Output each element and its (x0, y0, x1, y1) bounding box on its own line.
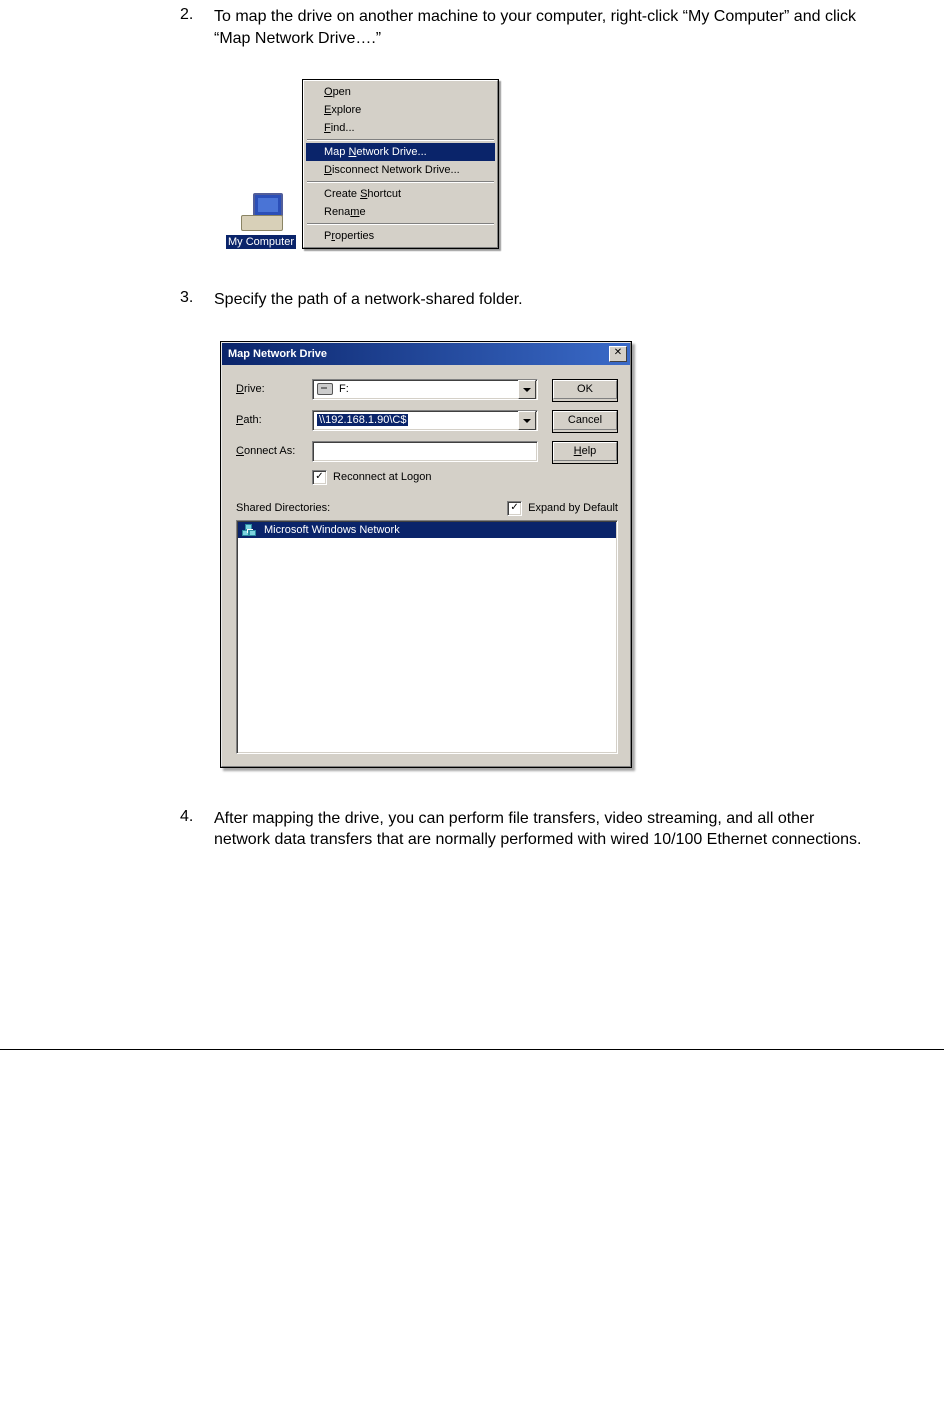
reconnect-checkbox[interactable]: ✓ (312, 470, 327, 485)
cancel-button[interactable]: Cancel (552, 410, 618, 433)
my-computer-label: My Computer (226, 235, 296, 249)
drive-value: F: (339, 383, 349, 395)
menu-item-find[interactable]: Find... (306, 119, 495, 137)
computer-icon (239, 193, 283, 233)
network-icon (242, 524, 256, 536)
drive-label: Drive: (236, 383, 312, 395)
menu-separator (307, 223, 494, 225)
menu-item-properties[interactable]: Properties (306, 227, 495, 245)
help-button[interactable]: Help (552, 441, 618, 464)
path-label: Path: (236, 414, 312, 426)
shared-directories-label: Shared Directories: (236, 502, 330, 514)
step-4-text: After mapping the drive, you can perform… (214, 808, 884, 851)
context-menu: Open Explore Find... Map Network Drive..… (302, 79, 499, 249)
menu-separator (307, 181, 494, 183)
drive-combobox[interactable]: F: (312, 379, 538, 400)
step-3-number: 3. (180, 289, 214, 311)
ok-button[interactable]: OK (552, 379, 618, 402)
drive-icon (317, 383, 333, 395)
close-icon: ✕ (614, 347, 622, 358)
map-network-drive-dialog: Map Network Drive ✕ Drive: F: (220, 341, 632, 768)
step-3-text: Specify the path of a network-shared fol… (214, 289, 884, 311)
path-dropdown-button[interactable] (518, 411, 536, 430)
connect-as-label: Connect As: (236, 445, 312, 457)
step-4-number: 4. (180, 808, 214, 851)
step-2-text: To map the drive on another machine to y… (214, 6, 884, 49)
menu-item-rename[interactable]: Rename (306, 203, 495, 221)
menu-item-create-shortcut[interactable]: Create Shortcut (306, 185, 495, 203)
figure-context-menu: My Computer Open Explore Find... Map Net… (220, 79, 884, 249)
figure-map-network-drive-dialog: Map Network Drive ✕ Drive: F: (220, 341, 884, 768)
dialog-titlebar[interactable]: Map Network Drive ✕ (222, 343, 630, 365)
shared-directories-tree[interactable]: Microsoft Windows Network (236, 520, 618, 754)
path-combobox[interactable]: \\192.168.1.90\C$ (312, 410, 538, 431)
menu-item-open[interactable]: Open (306, 83, 495, 101)
path-value: \\192.168.1.90\C$ (317, 414, 408, 426)
chevron-down-icon (523, 419, 531, 423)
network-root-label: Microsoft Windows Network (264, 524, 400, 536)
step-3: 3. Specify the path of a network-shared … (180, 289, 884, 311)
expand-by-default-label: Expand by Default (528, 502, 618, 514)
drive-dropdown-button[interactable] (518, 380, 536, 399)
menu-item-map-network-drive[interactable]: Map Network Drive... (306, 143, 495, 161)
chevron-down-icon (523, 388, 531, 392)
menu-item-disconnect-network-drive[interactable]: Disconnect Network Drive... (306, 161, 495, 179)
page-footer-rule (0, 1049, 944, 1050)
reconnect-label: Reconnect at Logon (333, 471, 431, 483)
menu-item-explore[interactable]: Explore (306, 101, 495, 119)
step-2-number: 2. (180, 6, 214, 49)
step-2: 2. To map the drive on another machine t… (180, 6, 884, 49)
network-root-item[interactable]: Microsoft Windows Network (238, 522, 616, 538)
connect-as-input[interactable] (312, 441, 538, 462)
step-4: 4. After mapping the drive, you can perf… (180, 808, 884, 851)
my-computer-desktop-icon[interactable]: My Computer (220, 193, 302, 249)
expand-by-default-checkbox[interactable]: ✓ (507, 501, 522, 516)
menu-separator (307, 139, 494, 141)
close-button[interactable]: ✕ (609, 346, 627, 362)
dialog-title: Map Network Drive (228, 348, 327, 360)
